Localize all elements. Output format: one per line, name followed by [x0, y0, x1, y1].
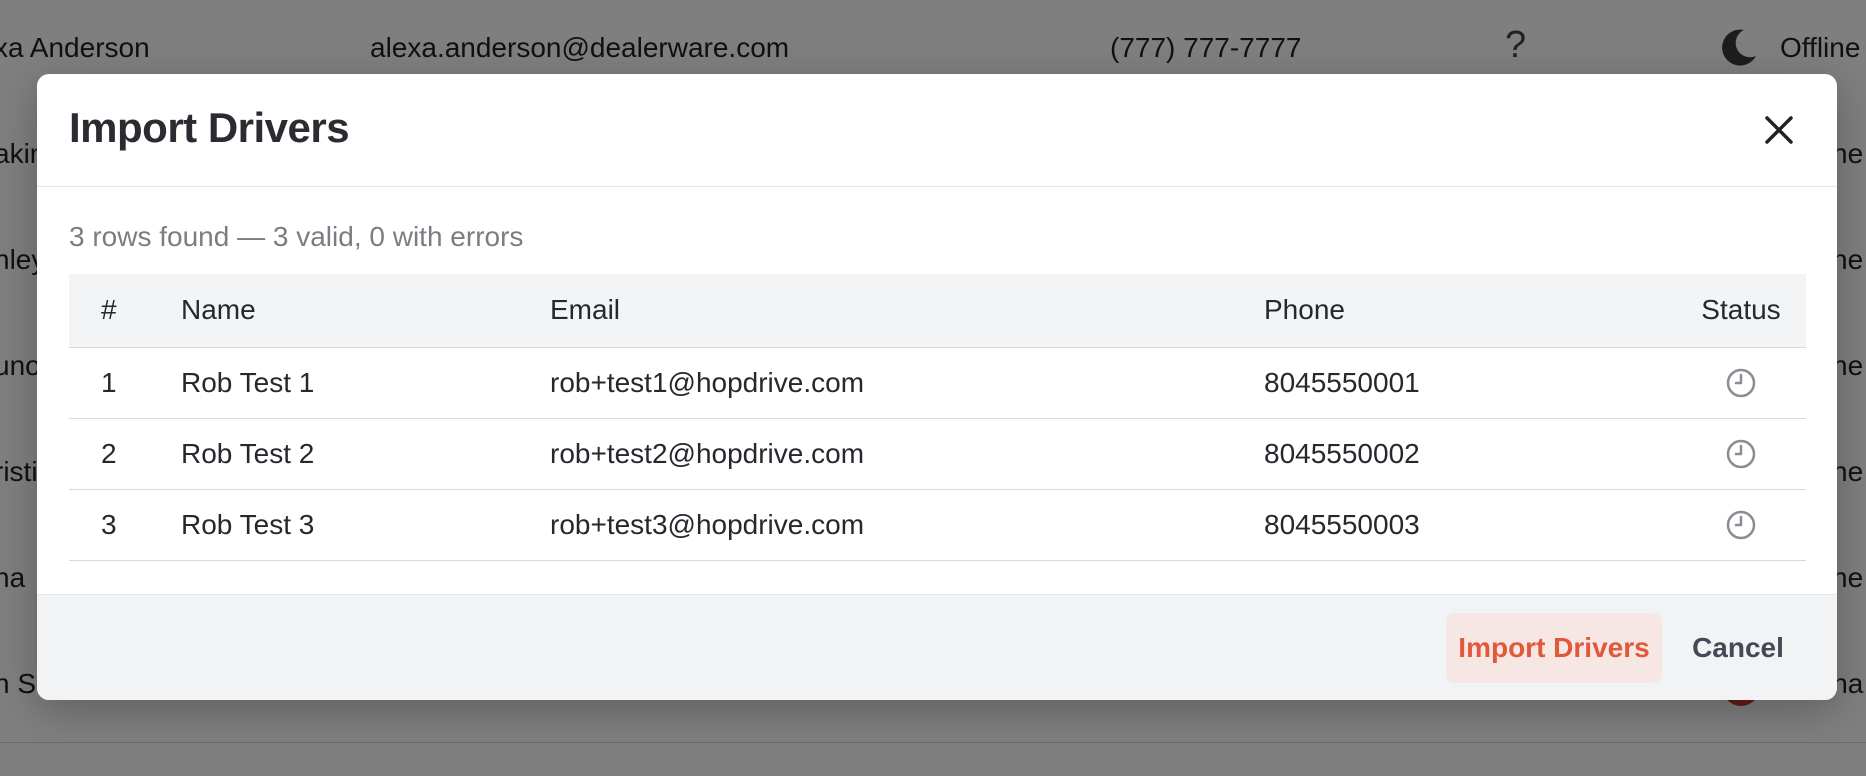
close-icon[interactable]	[1759, 110, 1799, 150]
row-number: 3	[69, 489, 181, 561]
status-cell	[1676, 489, 1806, 561]
driver-name: Rob Test 3	[181, 489, 550, 561]
clock-icon	[1726, 369, 1756, 398]
import-drivers-button[interactable]: Import Drivers	[1446, 613, 1662, 683]
driver-name: Rob Test 1	[181, 347, 550, 419]
driver-phone: 8045550003	[1264, 489, 1676, 561]
table-row: 2 Rob Test 2 rob+test2@hopdrive.com 8045…	[69, 418, 1806, 490]
import-drivers-modal: Import Drivers 3 rows found — 3 valid, 0…	[37, 74, 1837, 700]
modal-header: Import Drivers	[37, 74, 1837, 187]
drivers-preview-table: # Name Email Phone Status 1 Rob Test 1 r…	[69, 274, 1806, 561]
modal-footer: Import Drivers Cancel	[37, 594, 1837, 700]
driver-phone: 8045550001	[1264, 347, 1676, 419]
driver-phone: 8045550002	[1264, 418, 1676, 490]
column-header-phone: Phone	[1264, 274, 1676, 348]
import-summary: 3 rows found — 3 valid, 0 with errors	[69, 221, 524, 252]
driver-email: rob+test1@hopdrive.com	[550, 347, 1264, 419]
table-row: 1 Rob Test 1 rob+test1@hopdrive.com 8045…	[69, 347, 1806, 419]
status-cell	[1676, 347, 1806, 419]
row-number: 1	[69, 347, 181, 419]
driver-name: Rob Test 2	[181, 418, 550, 490]
column-header-email: Email	[550, 274, 1264, 348]
driver-email: rob+test2@hopdrive.com	[550, 418, 1264, 490]
table-row: 3 Rob Test 3 rob+test3@hopdrive.com 8045…	[69, 489, 1806, 561]
driver-email: rob+test3@hopdrive.com	[550, 489, 1264, 561]
clock-icon	[1726, 511, 1756, 540]
table-header-row: # Name Email Phone Status	[69, 274, 1806, 348]
clock-icon	[1726, 440, 1756, 469]
status-cell	[1676, 418, 1806, 490]
column-header-name: Name	[181, 274, 550, 348]
column-header-status: Status	[1676, 274, 1806, 348]
modal-title: Import Drivers	[69, 104, 350, 151]
column-header-number: #	[69, 274, 181, 348]
cancel-button[interactable]: Cancel	[1678, 613, 1798, 683]
row-number: 2	[69, 418, 181, 490]
